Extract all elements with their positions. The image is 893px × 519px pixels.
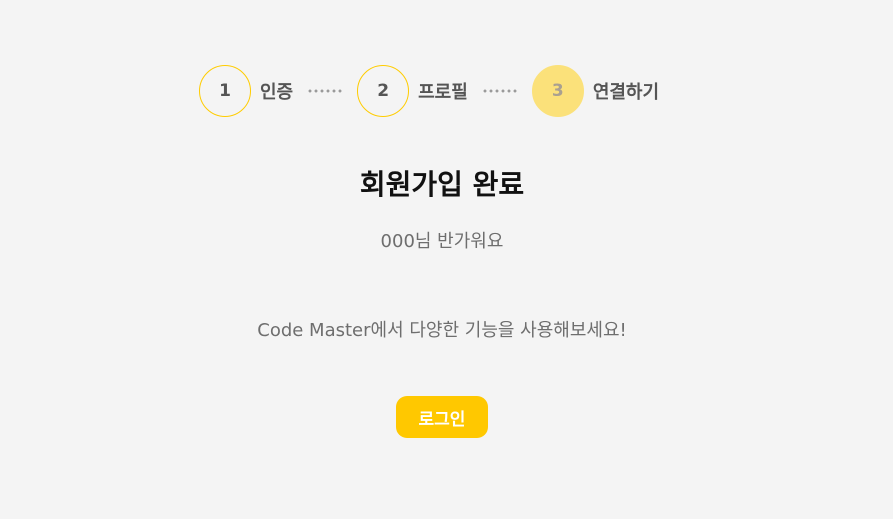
step-1-circle: 1 (199, 65, 251, 117)
step-2-circle: 2 (357, 65, 410, 117)
welcome-message: Code Master에서 다양한 기능을 사용해보세요! (257, 320, 627, 341)
step-1-label: 인증 (260, 82, 294, 103)
login-button[interactable]: 로그인 (396, 396, 488, 438)
step-connector-dots (481, 89, 518, 93)
page-title: 회원가입 완료 (359, 168, 525, 201)
step-2-label: 프로필 (418, 82, 468, 103)
greeting-text: 000님 반가워요 (380, 231, 504, 252)
signup-stepper: 1 인증 2 프로필 3 연결하기 (199, 64, 659, 118)
step-3-label: 연결하기 (592, 82, 660, 103)
step-3-circle-active: 3 (531, 65, 584, 117)
step-connector-dots (307, 89, 344, 93)
